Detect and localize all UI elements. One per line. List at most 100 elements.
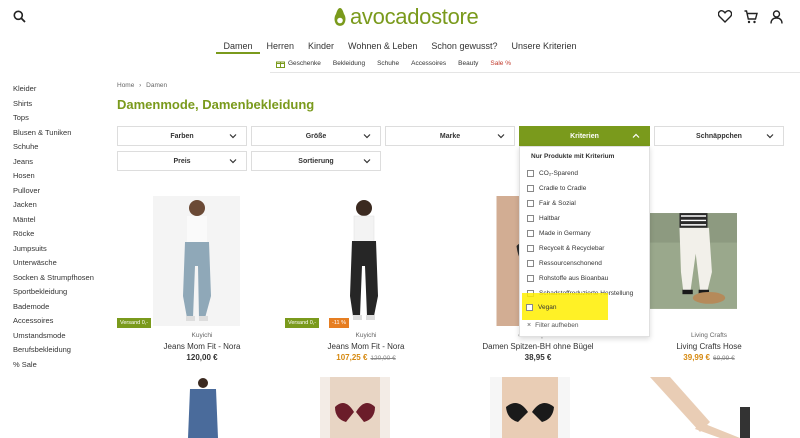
filter-preis[interactable]: Preis xyxy=(117,151,247,171)
criterion-made-in-germany[interactable]: Made in Germany xyxy=(527,227,591,239)
dropdown-title: Nur Produkte mit Kriterium xyxy=(531,153,615,160)
user-icon[interactable] xyxy=(770,10,783,24)
chevron-down-icon xyxy=(363,134,371,139)
sidebar-item-jeans[interactable]: Jeans xyxy=(13,155,108,170)
price-current: 39,99 € xyxy=(683,353,710,362)
chevron-down-icon xyxy=(363,159,371,164)
header-divider xyxy=(270,72,800,73)
filter-schnaeppchen[interactable]: Schnäppchen xyxy=(654,126,784,146)
filter-marke[interactable]: Marke xyxy=(385,126,515,146)
chevron-up-icon xyxy=(632,133,640,138)
site-logo[interactable]: avocadostore xyxy=(333,4,479,29)
sidebar-item-jacken[interactable]: Jacken xyxy=(13,198,108,213)
logo-text-prefix: avocado xyxy=(350,4,432,29)
product-image[interactable] xyxy=(650,196,737,326)
subnav-bekleidung[interactable]: Bekleidung xyxy=(327,60,371,67)
criterion-fair[interactable]: Fair & Sozial xyxy=(527,197,576,209)
sidebar-item-socken[interactable]: Socken & Strumpfhosen xyxy=(13,271,108,286)
criterion-label: Made in Germany xyxy=(539,229,591,237)
sidebar-item-sale[interactable]: % Sale xyxy=(13,358,108,373)
subnav-schuhe[interactable]: Schuhe xyxy=(371,60,405,67)
sidebar-item-hosen[interactable]: Hosen xyxy=(13,169,108,184)
sidebar-item-kleider[interactable]: Kleider xyxy=(13,82,108,97)
sidebar-item-jumpsuits[interactable]: Jumpsuits xyxy=(13,242,108,257)
criterion-ressourcen[interactable]: Ressourcenschonend xyxy=(527,257,602,269)
breadcrumb-home[interactable]: Home xyxy=(117,82,134,89)
heart-icon[interactable] xyxy=(718,10,732,23)
product-name[interactable]: Damen Spitzen-BH ohne Bügel xyxy=(473,342,603,351)
filter-kriterien[interactable]: Kriterien xyxy=(519,126,650,146)
product-image[interactable] xyxy=(320,377,390,438)
product-brand: Kuyichi xyxy=(355,332,377,339)
product-name[interactable]: Living Crafts Hose xyxy=(644,342,774,351)
criterion-label: Fair & Sozial xyxy=(539,199,576,207)
subnav-beauty[interactable]: Beauty xyxy=(452,60,484,67)
shipping-badge: Versand 0,- xyxy=(117,318,152,328)
nav-damen[interactable]: Damen xyxy=(216,40,260,54)
product-card[interactable]: Versand 0,- -11 % Kuyichi Jeans Mom Fit … xyxy=(285,192,415,362)
product-image[interactable] xyxy=(320,196,407,326)
sidebar-item-maentel[interactable]: Mäntel xyxy=(13,213,108,228)
criterion-co2[interactable]: CO₂-Sparend xyxy=(527,167,578,179)
checkbox[interactable] xyxy=(527,244,534,252)
page-title: Damenmode, Damenbekleidung xyxy=(117,97,315,112)
checkbox[interactable] xyxy=(527,214,534,222)
sidebar-item-unterwaesche[interactable]: Unterwäsche xyxy=(13,256,108,271)
sidebar-item-schuhe[interactable]: Schuhe xyxy=(13,140,108,155)
criterion-label: Rohstoffe aus Bioanbau xyxy=(539,274,609,282)
product-name[interactable]: Jeans Mom Fit - Nora xyxy=(301,342,431,351)
sidebar-item-umstandsmode[interactable]: Umstandsmode xyxy=(13,329,108,344)
product-image[interactable] xyxy=(640,377,765,438)
product-card[interactable]: Versand 0,- Kuyichi Jeans Mom Fit - Nora… xyxy=(117,192,247,362)
sidebar-item-roecke[interactable]: Röcke xyxy=(13,227,108,242)
nav-kinder[interactable]: Kinder xyxy=(301,40,341,54)
product-card[interactable]: Living Crafts Living Crafts Hose 39,99 €… xyxy=(640,192,770,362)
chevron-down-icon xyxy=(229,159,237,164)
avocado-logo-icon xyxy=(334,8,346,26)
product-name[interactable]: Jeans Mom Fit - Nora xyxy=(137,342,267,351)
checkbox[interactable] xyxy=(527,184,534,192)
nav-wohnen-leben[interactable]: Wohnen & Leben xyxy=(341,40,424,54)
sidebar-item-berufsbekleidung[interactable]: Berufsbekleidung xyxy=(13,343,108,358)
sidebar-item-accessoires[interactable]: Accessoires xyxy=(13,314,108,329)
sidebar-item-tops[interactable]: Tops xyxy=(13,111,108,126)
product-image[interactable] xyxy=(153,196,240,326)
close-icon: × xyxy=(527,322,532,329)
product-image[interactable] xyxy=(490,377,570,438)
filter-groesse[interactable]: Größe xyxy=(251,126,381,146)
checkbox[interactable] xyxy=(526,303,533,311)
nav-herren[interactable]: Herren xyxy=(260,40,302,54)
nav-schon-gewusst[interactable]: Schon gewusst? xyxy=(424,40,504,54)
product-image[interactable] xyxy=(178,377,228,438)
criterion-haltbar[interactable]: Haltbar xyxy=(527,212,560,224)
price-current: 107,25 € xyxy=(336,353,368,362)
cart-icon[interactable] xyxy=(744,10,758,24)
subnav-sale[interactable]: Sale % xyxy=(484,60,517,67)
subnav-geschenke[interactable]: Geschenke xyxy=(287,60,327,67)
checkbox[interactable] xyxy=(527,274,534,282)
nav-unsere-kriterien[interactable]: Unsere Kriterien xyxy=(504,40,583,54)
criterion-cradle[interactable]: Cradle to Cradle xyxy=(527,182,586,194)
criterion-bioanbau[interactable]: Rohstoffe aus Bioanbau xyxy=(527,272,608,284)
filter-farben[interactable]: Farben xyxy=(117,126,247,146)
logo-text-suffix: store xyxy=(431,4,479,29)
sidebar-item-pullover[interactable]: Pullover xyxy=(13,184,108,199)
sidebar-item-blusen[interactable]: Blusen & Tuniken xyxy=(13,126,108,141)
sidebar-item-bademode[interactable]: Bademode xyxy=(13,300,108,315)
search-icon[interactable] xyxy=(13,10,26,23)
checkbox[interactable] xyxy=(527,229,534,237)
criterion-recycelt[interactable]: Recycelt & Recyclebar xyxy=(527,242,604,254)
checkbox[interactable] xyxy=(527,259,534,267)
sidebar-item-sportbekleidung[interactable]: Sportbekleidung xyxy=(13,285,108,300)
checkbox[interactable] xyxy=(527,199,534,207)
price-old: 120,00 € xyxy=(370,355,396,362)
checkbox[interactable] xyxy=(527,169,534,177)
filter-farben-label: Farben xyxy=(170,132,194,140)
subnav-accessoires[interactable]: Accessoires xyxy=(405,60,452,67)
filter-reset-button[interactable]: × Filter aufheben xyxy=(527,322,578,329)
sidebar-item-shirts[interactable]: Shirts xyxy=(13,97,108,112)
main-nav: Damen Herren Kinder Wohnen & Leben Schon… xyxy=(0,40,800,54)
criterion-vegan[interactable]: Vegan xyxy=(526,301,556,313)
filter-sortierung[interactable]: Sortierung xyxy=(251,151,381,171)
filter-groesse-label: Größe xyxy=(305,132,327,140)
